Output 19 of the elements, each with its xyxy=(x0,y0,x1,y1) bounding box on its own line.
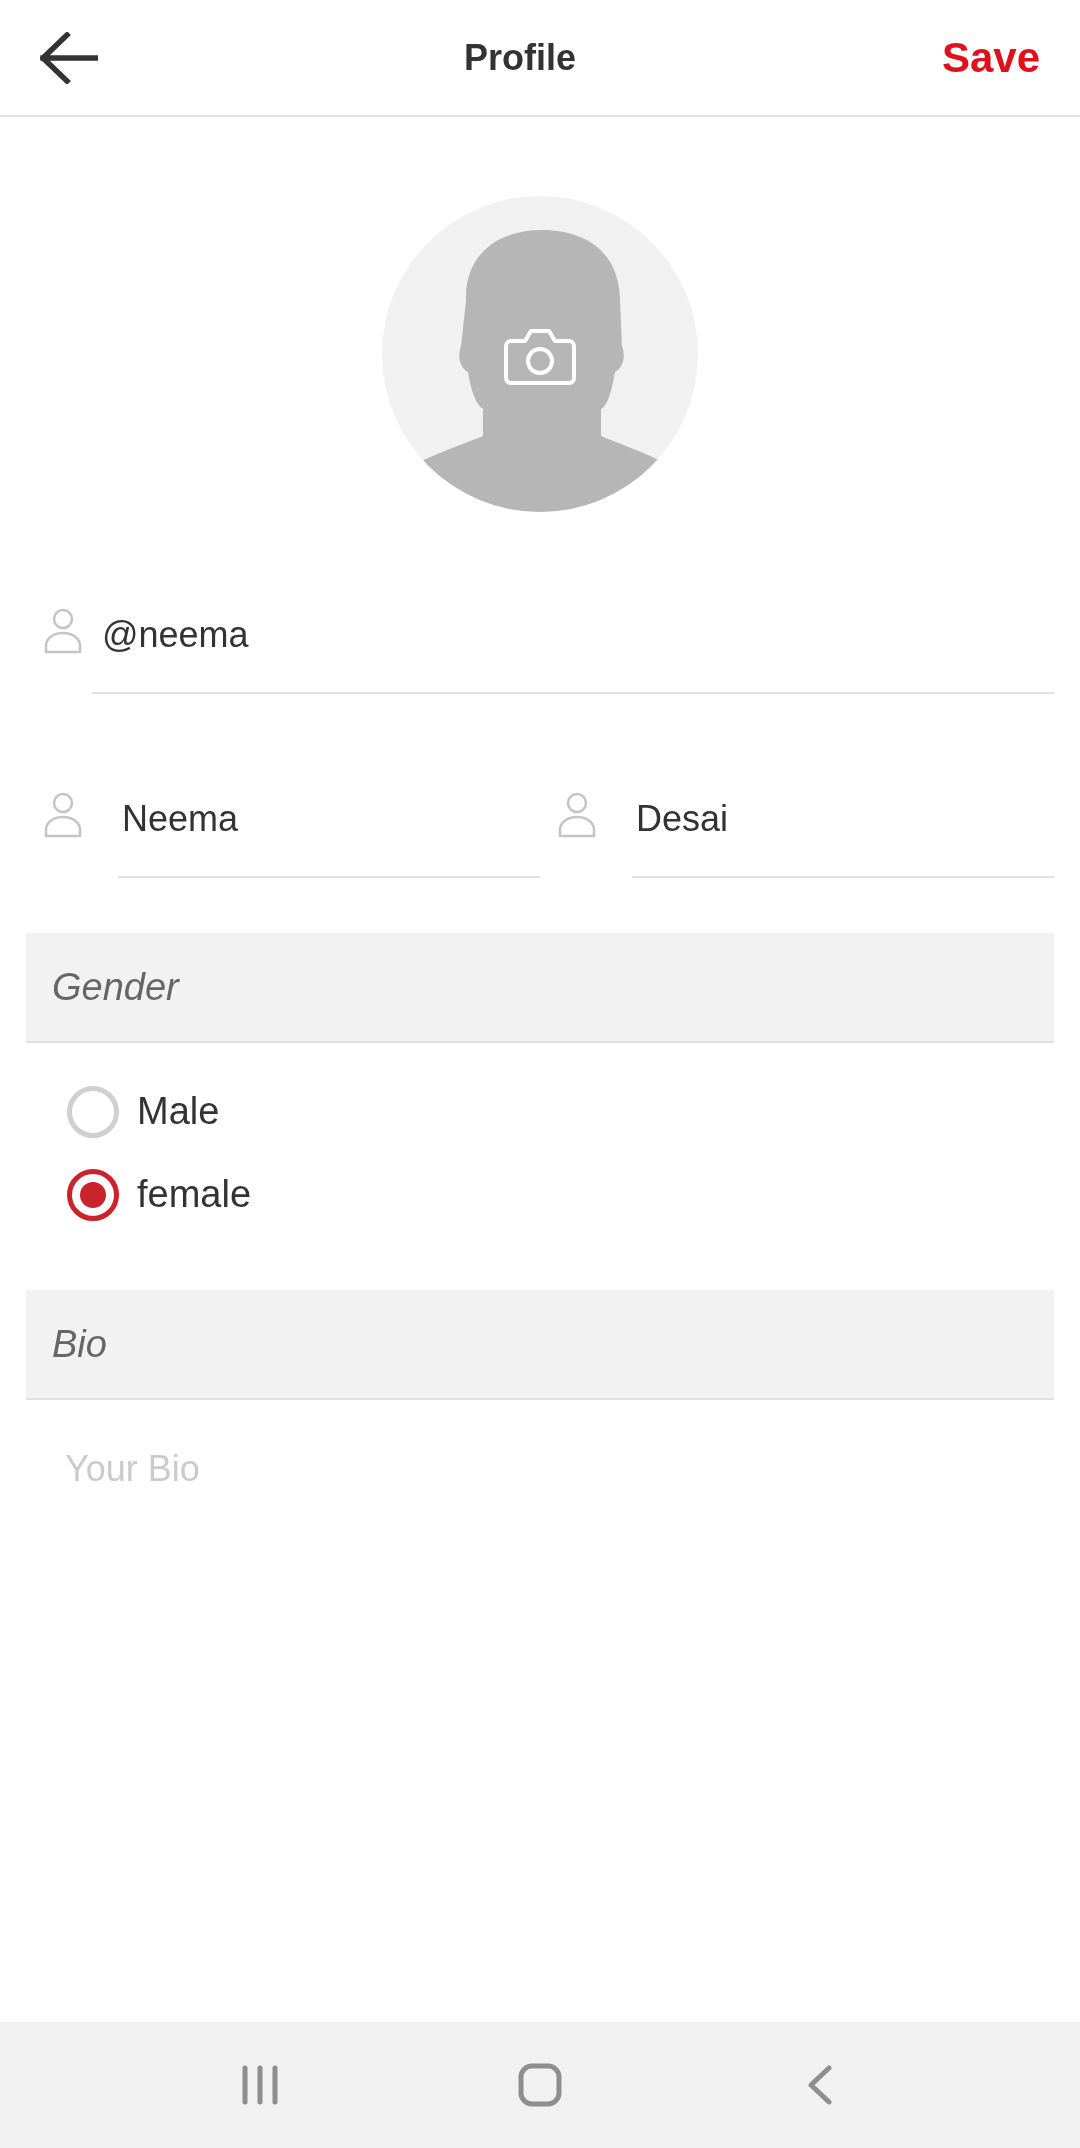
option-label: female xyxy=(137,1172,252,1217)
last-name-field[interactable]: Desai xyxy=(632,786,1054,878)
camera-icon[interactable] xyxy=(503,327,577,387)
back-icon[interactable] xyxy=(807,2065,833,2105)
option-label: Male xyxy=(137,1089,220,1134)
save-button[interactable]: Save xyxy=(931,26,1050,89)
section-heading: Gender xyxy=(52,964,179,1010)
page-title: Profile xyxy=(463,35,576,80)
avatar-placeholder[interactable] xyxy=(382,196,698,512)
username-field[interactable]: @neema xyxy=(92,602,1054,694)
person-icon xyxy=(558,792,596,838)
home-icon[interactable] xyxy=(518,2063,562,2107)
section-heading: Bio xyxy=(52,1321,107,1367)
recent-apps-icon[interactable] xyxy=(241,2065,279,2105)
person-icon xyxy=(44,792,82,838)
first-name-field[interactable]: Neema xyxy=(118,786,540,878)
person-icon xyxy=(44,608,82,654)
radio-button[interactable] xyxy=(67,1168,119,1221)
arrow-left-icon xyxy=(40,31,98,84)
